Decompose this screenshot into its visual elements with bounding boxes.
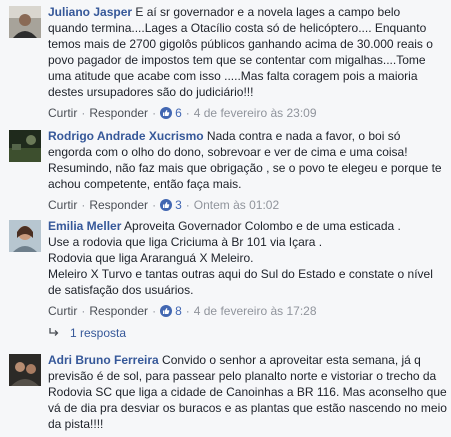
comment-author[interactable]: Adri Bruno Ferreira: [48, 353, 159, 367]
avatar[interactable]: [9, 354, 41, 386]
comment-text: Emilia Meller Aproveita Governador Colom…: [48, 219, 433, 297]
comment-text: Rodrigo Andrade Xucrismo Nada contra e n…: [48, 129, 442, 191]
like-button[interactable]: Curtir: [48, 198, 77, 212]
comment-timestamp[interactable]: Ontem às 01:02: [194, 198, 279, 212]
avatar[interactable]: [9, 130, 41, 162]
comment-actions: Curtir · Responder · 3 · Ontem às 01:02: [48, 198, 280, 212]
thumbs-up-icon: [160, 305, 173, 317]
comment-author[interactable]: Juliano Jasper: [48, 5, 132, 19]
like-button[interactable]: Curtir: [48, 106, 77, 120]
like-count[interactable]: 3: [175, 198, 182, 212]
comment-text: Juliano Jasper E aí sr governador e a no…: [48, 5, 433, 99]
like-count[interactable]: 8: [175, 304, 182, 318]
reply-button[interactable]: Responder: [89, 106, 148, 120]
view-replies-link[interactable]: 1 resposta: [48, 325, 126, 341]
reply-button[interactable]: Responder: [89, 304, 148, 318]
avatar[interactable]: [9, 6, 41, 38]
like-count[interactable]: 6: [175, 106, 182, 120]
comment-author[interactable]: Emilia Meller: [48, 219, 121, 233]
comment-timestamp[interactable]: 4 de fevereiro às 17:28: [194, 304, 317, 318]
reply-arrow-icon: [48, 325, 60, 341]
comment-actions: Curtir · Responder · 8 · 4 de fevereiro às 17:…: [48, 304, 317, 318]
reply-button[interactable]: Responder: [89, 198, 148, 212]
thumbs-up-icon: [160, 199, 173, 211]
thumbs-up-icon: [160, 107, 173, 119]
like-button[interactable]: Curtir: [48, 304, 77, 318]
comment-actions: Curtir · Responder · 6 · 4 de fevereiro às 23:…: [48, 106, 317, 120]
comment-text: Adri Bruno Ferreira Convido o senhor a a…: [48, 353, 447, 431]
comment-author[interactable]: Rodrigo Andrade Xucrismo: [48, 129, 204, 143]
replies-count[interactable]: 1 resposta: [70, 326, 126, 340]
comment-timestamp[interactable]: 4 de fevereiro às 23:09: [194, 106, 317, 120]
avatar[interactable]: [9, 220, 41, 252]
